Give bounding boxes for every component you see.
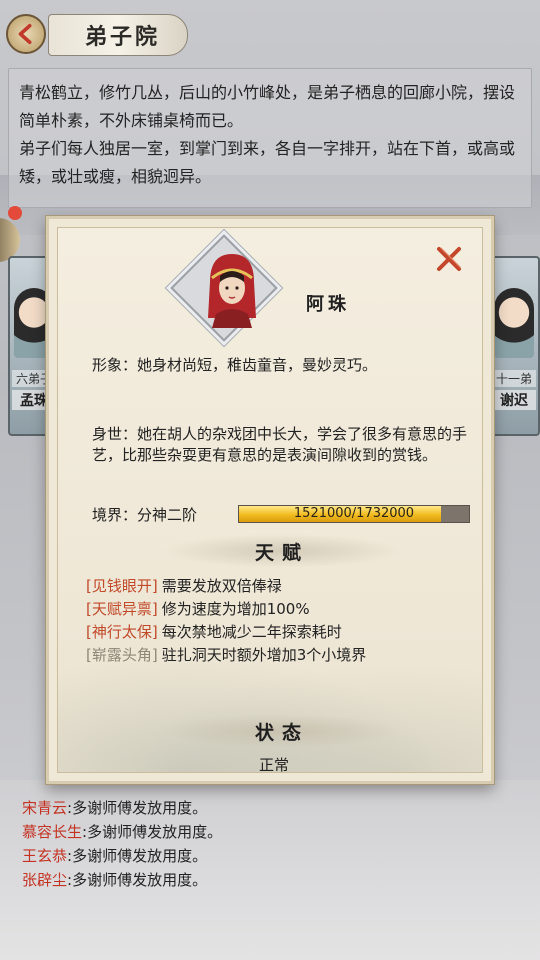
story-paragraph-2: 弟子们每人独居一室，到掌门到来，各自一字排开，站在下首，或高或矮，或壮或瘦，相貌… — [19, 139, 516, 186]
talent-item: [崭露头角] 驻扎洞天时额外增加3个小境界 — [86, 643, 476, 666]
talent-tag[interactable]: [神行太保] — [86, 621, 158, 642]
talent-heading: 天赋 — [254, 541, 309, 564]
talent-description: 驻扎洞天时额外增加3个小境界 — [161, 646, 367, 664]
story-paragraph-1: 青松鹤立，修竹几丛，后山的小竹峰处，是弟子栖息的回廊小院，摆设简单朴素，不外床铺… — [19, 83, 516, 130]
close-icon[interactable] — [434, 244, 464, 274]
avatar — [208, 254, 256, 328]
log-speaker: 张辟尘 — [22, 871, 68, 889]
story-panel: 青松鹤立，修竹几丛，后山的小竹峰处，是弟子栖息的回廊小院，摆设简单朴素，不外床铺… — [8, 68, 532, 208]
talent-list: [见钱眼开] 需要发放双倍俸禄 [天赋异禀] 修为速度为增加100% [神行太保] 每次禁… — [86, 574, 476, 666]
talent-heading-banner: 天赋 — [162, 534, 402, 568]
log-line: 王玄恭:多谢师傅发放用度。 — [22, 844, 522, 868]
character-name: 阿珠 — [306, 294, 350, 315]
talent-item: [见钱眼开] 需要发放双倍俸禄 — [86, 574, 476, 597]
realm-label: 境界：分神二阶 — [92, 505, 198, 524]
talent-item: [天赋异禀] 修为速度为增加100% — [86, 597, 476, 620]
log-speaker: 王玄恭 — [22, 847, 68, 865]
back-button[interactable] — [6, 14, 46, 54]
log-line: 慕容长生:多谢师傅发放用度。 — [22, 820, 522, 844]
talent-description: 需要发放双倍俸禄 — [161, 577, 282, 595]
header: 弟子院 — [0, 0, 540, 66]
chevron-left-icon — [18, 23, 32, 45]
log-message: :多谢师傅发放用度。 — [82, 823, 223, 841]
log-line: 张辟尘:多谢师傅发放用度。 — [22, 868, 522, 892]
status-value: 正常 — [258, 756, 289, 773]
log-message: :多谢师傅发放用度。 — [67, 871, 208, 889]
log-speaker: 慕容长生 — [22, 823, 83, 841]
log-line: 宋青云:多谢师傅发放用度。 — [22, 796, 522, 820]
background-text: 身世：她在胡人的杂戏团中长大，学会了很多有意思的手艺，比那些杂耍更有意思的是表演… — [92, 425, 468, 464]
status-heading: 状态 — [254, 721, 309, 744]
log-message: :多谢师傅发放用度。 — [67, 847, 208, 865]
disciple-rank-label: 十一弟 — [492, 370, 536, 387]
page-title: 弟子院 — [85, 24, 161, 50]
notification-dot — [8, 206, 22, 220]
talent-tag[interactable]: [天赋异禀] — [86, 598, 158, 619]
realm-progress-bar: 1521000/1732000 — [238, 505, 470, 523]
log-speaker: 宋青云 — [22, 799, 68, 817]
talent-tag[interactable]: [崭露头角] — [86, 644, 158, 665]
talent-tag[interactable]: [见钱眼开] — [86, 575, 158, 596]
realm-row: 境界：分神二阶 1521000/1732000 — [92, 502, 472, 526]
talent-item: [神行太保] 每次禁地减少二年探索耗时 — [86, 620, 476, 643]
talent-description: 修为速度为增加100% — [161, 600, 310, 618]
disciple-name: 谢迟 — [492, 390, 536, 410]
realm-progress-text: 1521000/1732000 — [293, 506, 415, 521]
title-plate: 弟子院 — [48, 14, 188, 56]
disciple-card-right[interactable]: 十一弟 谢迟 — [488, 256, 540, 436]
disciple-detail-modal: 阿珠 形象：她身材尚短，稚齿童音，曼妙灵巧。 身世：她在胡人的杂戏团中长大，学会… — [46, 216, 494, 784]
log-message: :多谢师傅发放用度。 — [67, 799, 208, 817]
message-log: 宋青云:多谢师傅发放用度。 慕容长生:多谢师傅发放用度。 王玄恭:多谢师傅发放用度。… — [22, 796, 522, 892]
status-heading-banner: 状态 — [162, 714, 402, 748]
disciple-portrait — [494, 288, 534, 358]
talent-description: 每次禁地减少二年探索耗时 — [161, 623, 342, 641]
appearance-text: 形象：她身材尚短，稚齿童音，曼妙灵巧。 — [92, 356, 378, 374]
modal-content: 阿珠 形象：她身材尚短，稚齿童音，曼妙灵巧。 身世：她在胡人的杂戏团中长大，学会… — [57, 227, 483, 773]
